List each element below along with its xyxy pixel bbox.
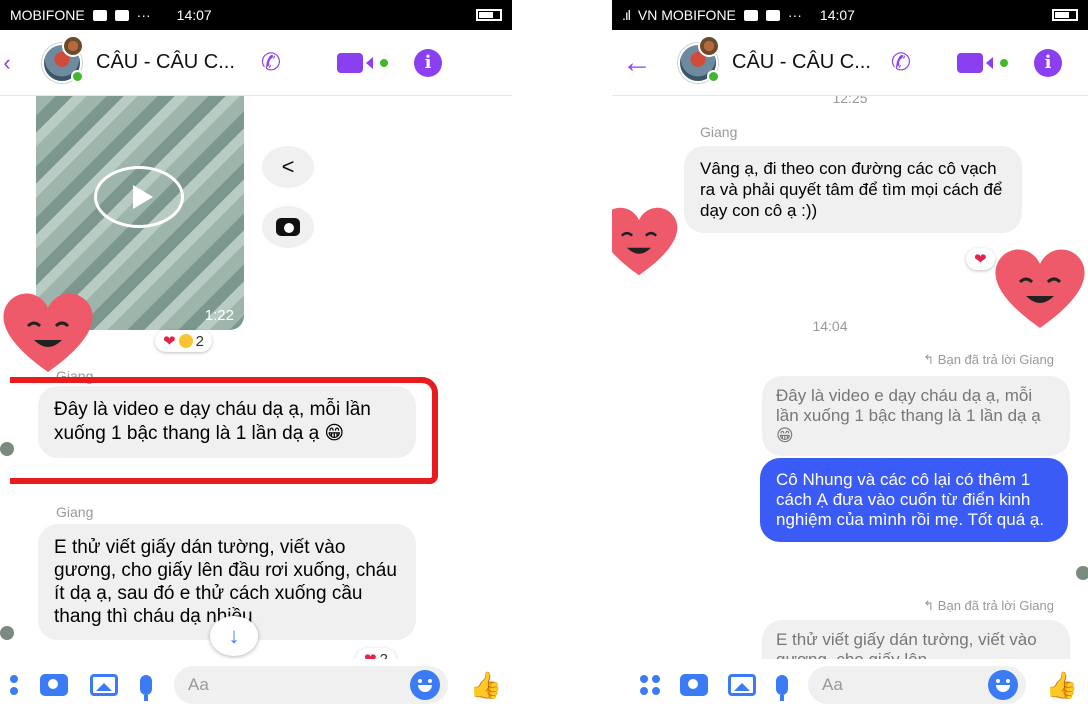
my-message-bubble[interactable]: Cô Nhung và các cô lại có thêm 1 cách Ạ … (760, 458, 1068, 542)
video-call-icon[interactable] (337, 52, 389, 73)
back-arrow-icon[interactable]: ← (622, 46, 652, 80)
conversation-title[interactable]: CÂU - CÂU C... (732, 51, 871, 74)
heart-sticker (0, 286, 98, 376)
video-reactions[interactable]: ❤ 2 (155, 330, 212, 352)
camera-button[interactable] (262, 206, 314, 248)
video-duration: 1:22 (204, 307, 234, 324)
wifi-icon (743, 9, 758, 21)
info-icon[interactable]: i (414, 48, 443, 77)
message-input[interactable]: Aa (808, 666, 1026, 704)
message-list[interactable]: 1:22 < ❤ 2 Giang Đây là video e dạy cháu… (0, 96, 512, 659)
microphone-icon[interactable] (776, 675, 788, 701)
heart-reaction-icon: ❤ (974, 251, 987, 268)
camera-icon[interactable] (680, 674, 708, 696)
sender-avatar (0, 442, 14, 456)
play-icon[interactable] (94, 166, 184, 228)
reply-indicator: ↰ Bạn đã trả lời Giang (923, 352, 1054, 367)
reaction-count: 2 (195, 332, 204, 350)
heart-reaction-icon: ❤ (163, 333, 176, 350)
laugh-reaction-icon (178, 334, 193, 348)
seen-avatar (1076, 566, 1088, 580)
more-actions-icon[interactable] (10, 675, 18, 695)
info-icon[interactable]: i (1034, 48, 1063, 77)
video-call-icon[interactable] (957, 52, 1009, 73)
red-highlight-box (10, 377, 438, 484)
clock: 14:07 (176, 7, 212, 23)
quoted-message[interactable]: Đây là video e dạy cháu dạ ạ, mỗi lần xu… (762, 376, 1070, 456)
reaction-count: 2 (379, 650, 388, 660)
more-actions-icon[interactable] (640, 675, 660, 695)
composer: Aa 👍 (0, 659, 512, 711)
sender-name: Giang (700, 124, 738, 140)
sender-name: Giang (56, 504, 94, 520)
back-arrow-icon[interactable]: ‹ (0, 50, 14, 76)
conversation-title[interactable]: CÂU - CÂU C... (96, 51, 235, 74)
phone-call-icon[interactable]: ✆ (261, 48, 281, 77)
like-icon[interactable]: 👍 (470, 670, 502, 701)
messenger-notification-icon (114, 9, 129, 21)
timestamp: 14:04 (812, 318, 848, 334)
status-bar: MOBIFONE ··· 14:07 (0, 0, 512, 30)
gallery-icon[interactable] (90, 674, 118, 696)
scroll-down-button[interactable]: ↓ (210, 616, 258, 656)
sender-avatar (0, 626, 14, 640)
online-indicator (71, 69, 84, 83)
phone-call-icon[interactable]: ✆ (891, 48, 911, 77)
microphone-icon[interactable] (140, 675, 152, 701)
status-bar: .ıl VN MOBIFONE ··· 14:07 (612, 0, 1088, 30)
heart-sticker (612, 200, 682, 280)
right-screenshot: .ıl VN MOBIFONE ··· 14:07 ← CÂU - CÂU C.… (612, 0, 1088, 711)
carrier-label: MOBIFONE (10, 7, 85, 23)
wifi-icon (92, 9, 107, 21)
message-bubble[interactable]: Vâng ạ, đi theo con đường các cô vạch ra… (684, 146, 1022, 233)
quoted-message[interactable]: E thử viết giấy dán tường, viết vào gươn… (762, 620, 1070, 659)
heart-reaction-icon: ❤ (364, 650, 377, 659)
gallery-icon[interactable] (728, 674, 756, 696)
message-reactions[interactable]: ❤ 2 (356, 648, 396, 659)
clock: 14:07 (819, 7, 855, 23)
online-indicator (707, 69, 720, 83)
emoji-icon[interactable] (409, 670, 440, 700)
group-avatar[interactable] (678, 34, 720, 83)
messenger-notification-icon (765, 9, 780, 21)
group-avatar[interactable] (42, 34, 84, 83)
battery-icon (476, 9, 502, 21)
chat-header: ← CÂU - CÂU C... ✆ i (612, 30, 1088, 96)
composer: Aa 👍 (612, 659, 1088, 711)
message-input[interactable]: Aa (174, 666, 448, 704)
like-icon[interactable]: 👍 (1046, 670, 1078, 701)
battery-icon (1052, 9, 1078, 21)
message-list[interactable]: 12:25 Giang Vâng ạ, đi theo con đường cá… (612, 96, 1088, 659)
timestamp: 12:25 (832, 96, 868, 106)
left-screenshot: MOBIFONE ··· 14:07 ‹ CÂU - CÂU C... ✆ i … (0, 0, 512, 711)
more-notifications: ··· (136, 7, 151, 23)
carrier-label: VN MOBIFONE (637, 7, 736, 23)
avatar-secondary (62, 34, 84, 57)
camera-icon[interactable] (40, 674, 68, 696)
avatar-secondary (698, 34, 720, 57)
share-button[interactable]: < (262, 146, 314, 188)
chat-header: ‹ CÂU - CÂU C... ✆ i (0, 30, 512, 96)
signal-icon: .ıl (622, 7, 631, 23)
emoji-icon[interactable] (987, 670, 1018, 700)
more-notifications: ··· (787, 7, 802, 23)
reply-indicator: ↰ Bạn đã trả lời Giang (923, 598, 1054, 613)
